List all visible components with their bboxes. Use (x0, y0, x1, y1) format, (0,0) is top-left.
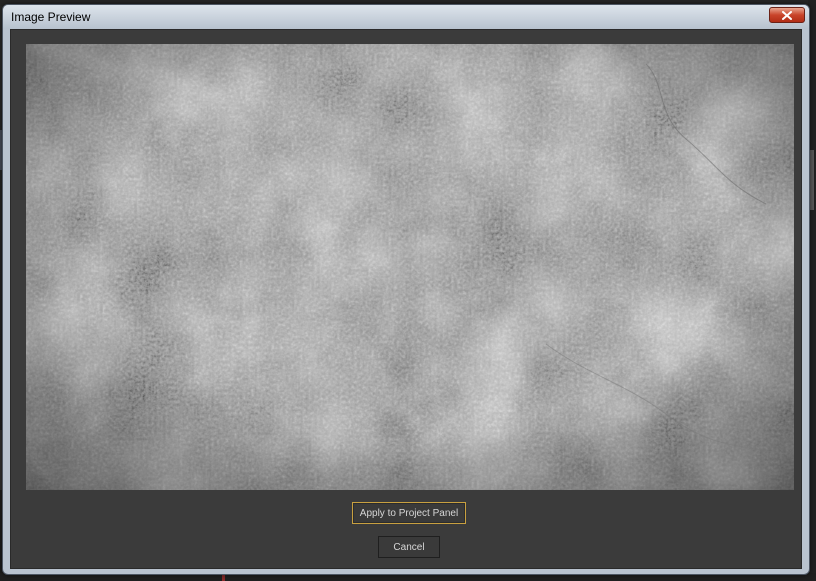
image-preview (26, 44, 794, 490)
apply-to-project-panel-button[interactable]: Apply to Project Panel (352, 502, 466, 524)
close-button[interactable] (769, 7, 805, 23)
close-icon (782, 10, 792, 20)
image-preview-dialog: Image Preview Apply to Project Panel Can… (2, 4, 810, 575)
dialog-title: Image Preview (11, 10, 91, 24)
dialog-titlebar[interactable]: Image Preview (3, 5, 809, 29)
cancel-button[interactable]: Cancel (378, 536, 440, 558)
stone-texture-image (26, 44, 794, 490)
dialog-client-area: Apply to Project Panel Cancel (10, 29, 802, 569)
